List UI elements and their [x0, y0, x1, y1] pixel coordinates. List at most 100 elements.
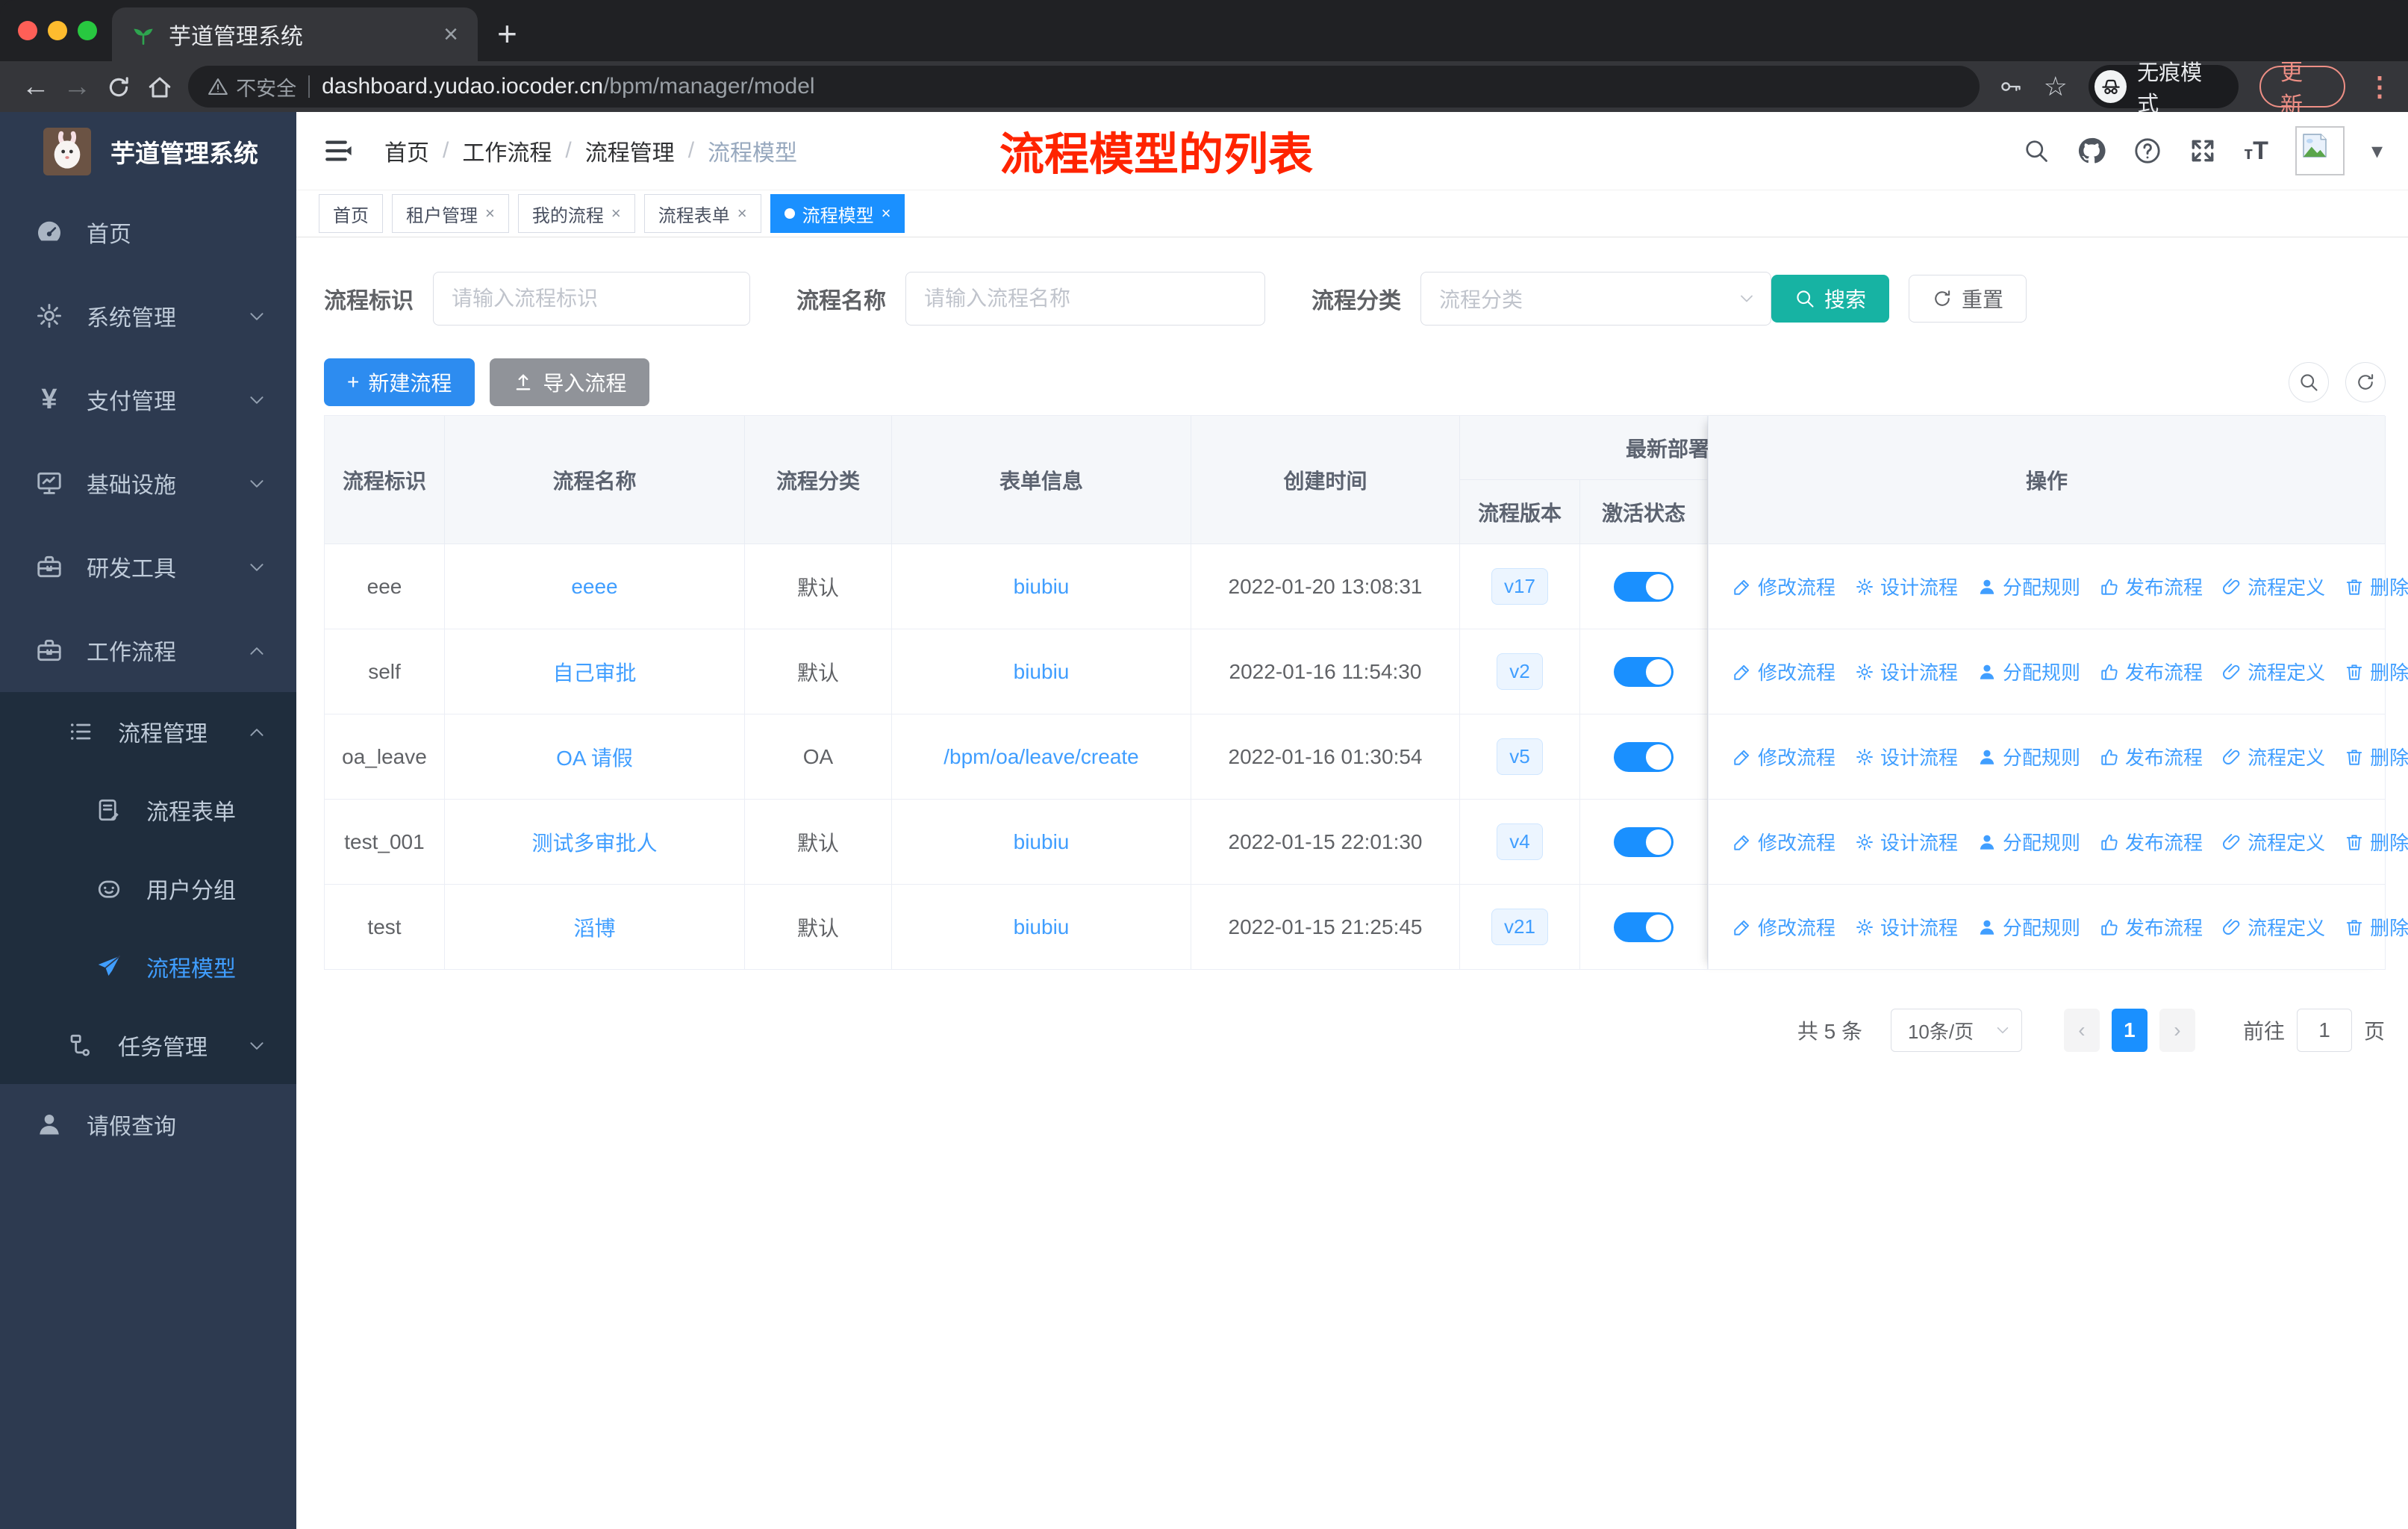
version-badge[interactable]: v2 [1497, 653, 1543, 690]
next-page-button[interactable]: › [2159, 1009, 2195, 1052]
process-category-select[interactable]: 流程分类 [1420, 272, 1771, 326]
cell-form-link[interactable]: biubiu [892, 544, 1191, 629]
delete-link[interactable]: 删除 [2345, 913, 2408, 941]
reload-button[interactable] [98, 71, 140, 103]
page-size-select[interactable]: 10条/页 [1890, 1009, 2022, 1052]
refresh-table-button[interactable] [2345, 362, 2386, 402]
sidebar-item-leave-query[interactable]: 请假查询 [0, 1084, 296, 1165]
edit-process-link[interactable]: 修改流程 [1732, 828, 1835, 856]
forward-button[interactable]: → [57, 71, 99, 103]
tag-process-form[interactable]: 流程表单 × [643, 194, 761, 233]
cell-form-link[interactable]: biubiu [892, 885, 1191, 970]
edit-process-link[interactable]: 修改流程 [1732, 913, 1835, 941]
breadcrumb-process-mgmt[interactable]: 流程管理 [585, 134, 675, 167]
font-size-icon[interactable]: тT [2244, 137, 2268, 166]
cell-form-link[interactable]: biubiu [892, 800, 1191, 885]
close-window-button[interactable] [18, 21, 37, 40]
sidebar-item-process-model[interactable]: 流程模型 [0, 927, 296, 1006]
tag-tenant[interactable]: 租户管理 × [392, 194, 509, 233]
delete-link[interactable]: 删除 [2345, 743, 2408, 770]
close-icon[interactable]: × [485, 204, 495, 223]
breadcrumb-home[interactable]: 首页 [384, 134, 429, 167]
sidebar-item-payment[interactable]: ¥ 支付管理 [0, 358, 296, 441]
bookmark-star-icon[interactable]: ☆ [2044, 71, 2068, 102]
search-icon[interactable] [2023, 137, 2050, 164]
edit-process-link[interactable]: 修改流程 [1732, 658, 1835, 685]
cell-name-link[interactable]: 测试多审批人 [445, 800, 745, 885]
version-badge[interactable]: v17 [1491, 568, 1548, 605]
active-toggle[interactable] [1614, 571, 1674, 602]
edit-process-link[interactable]: 修改流程 [1732, 743, 1835, 770]
home-button[interactable] [140, 71, 181, 103]
avatar[interactable] [2295, 126, 2345, 175]
tab-close-icon[interactable]: × [443, 22, 458, 47]
sidebar-item-infra[interactable]: 基础设施 [0, 441, 296, 525]
breadcrumb-workflow[interactable]: 工作流程 [462, 134, 552, 167]
delete-link[interactable]: 删除 [2345, 573, 2408, 600]
browser-menu-icon[interactable]: ⋮ [2366, 71, 2393, 102]
import-process-button[interactable]: 导入流程 [490, 358, 650, 406]
address-bar[interactable]: 不安全 dashboard.yudao.iocoder.cn/bpm/manag… [188, 66, 1980, 108]
cell-name-link[interactable]: 自己审批 [445, 629, 745, 714]
cell-form-link[interactable]: /bpm/oa/leave/create [892, 714, 1191, 800]
assign-rule-link[interactable]: 分配规则 [1977, 658, 2080, 685]
active-toggle[interactable] [1614, 741, 1674, 772]
publish-process-link[interactable]: 发布流程 [2100, 658, 2203, 685]
active-toggle[interactable] [1614, 912, 1674, 942]
back-button[interactable]: ← [15, 71, 57, 103]
zoom-window-button[interactable] [78, 21, 97, 40]
process-definition-link[interactable]: 流程定义 [2222, 743, 2325, 770]
site-security[interactable]: 不安全 [208, 72, 296, 102]
design-process-link[interactable]: 设计流程 [1855, 828, 1958, 856]
sidebar-item-process-form[interactable]: 流程表单 [0, 770, 296, 849]
sidebar-item-task-mgmt[interactable]: 任务管理 [0, 1006, 296, 1084]
new-tab-button[interactable]: + [497, 13, 517, 54]
page-1-button[interactable]: 1 [2111, 1009, 2147, 1052]
active-toggle[interactable] [1614, 656, 1674, 687]
active-toggle[interactable] [1614, 826, 1674, 857]
goto-page-input[interactable] [2296, 1009, 2352, 1052]
sidebar-item-home[interactable]: 首页 [0, 190, 296, 274]
sidebar-item-system[interactable]: 系统管理 [0, 274, 296, 358]
key-icon[interactable] [1999, 75, 2022, 99]
minimize-window-button[interactable] [48, 21, 67, 40]
publish-process-link[interactable]: 发布流程 [2100, 743, 2203, 770]
help-icon[interactable] [2133, 137, 2162, 165]
assign-rule-link[interactable]: 分配规则 [1977, 913, 2080, 941]
sidebar-item-workflow[interactable]: 工作流程 [0, 608, 296, 692]
toggle-search-button[interactable] [2289, 362, 2329, 402]
design-process-link[interactable]: 设计流程 [1855, 573, 1958, 600]
create-process-button[interactable]: + 新建流程 [324, 358, 475, 406]
design-process-link[interactable]: 设计流程 [1855, 658, 1958, 685]
url-text[interactable]: dashboard.yudao.iocoder.cn/bpm/manager/m… [322, 74, 814, 99]
process-definition-link[interactable]: 流程定义 [2222, 658, 2325, 685]
caret-down-icon[interactable]: ▾ [2371, 138, 2383, 164]
fullscreen-icon[interactable] [2189, 137, 2217, 165]
sidebar-item-devtools[interactable]: 研发工具 [0, 525, 296, 608]
close-icon[interactable]: × [737, 204, 747, 223]
delete-link[interactable]: 删除 [2345, 658, 2408, 685]
publish-process-link[interactable]: 发布流程 [2100, 828, 2203, 856]
sidebar-item-user-group[interactable]: 用户分组 [0, 849, 296, 927]
browser-tab[interactable]: 芋道管理系统 × [112, 7, 478, 61]
tag-process-model[interactable]: 流程模型 × [770, 194, 905, 233]
window-controls[interactable] [18, 21, 97, 40]
github-icon[interactable] [2077, 136, 2106, 166]
publish-process-link[interactable]: 发布流程 [2100, 913, 2203, 941]
cell-form-link[interactable]: biubiu [892, 629, 1191, 714]
update-chrome-button[interactable]: 更新 [2259, 60, 2345, 118]
process-name-input[interactable] [905, 272, 1265, 326]
design-process-link[interactable]: 设计流程 [1855, 913, 1958, 941]
collapse-sidebar-icon[interactable] [323, 135, 355, 166]
delete-link[interactable]: 删除 [2345, 828, 2408, 856]
tag-my-process[interactable]: 我的流程 × [517, 194, 635, 233]
close-icon[interactable]: × [882, 204, 891, 223]
process-id-input[interactable] [433, 272, 750, 326]
assign-rule-link[interactable]: 分配规则 [1977, 828, 2080, 856]
version-badge[interactable]: v5 [1497, 738, 1543, 775]
assign-rule-link[interactable]: 分配规则 [1977, 573, 2080, 600]
tag-home[interactable]: 首页 [319, 194, 383, 233]
reset-button[interactable]: 重置 [1909, 275, 2027, 323]
prev-page-button[interactable]: ‹ [2063, 1009, 2100, 1052]
cell-name-link[interactable]: eeee [445, 544, 745, 629]
